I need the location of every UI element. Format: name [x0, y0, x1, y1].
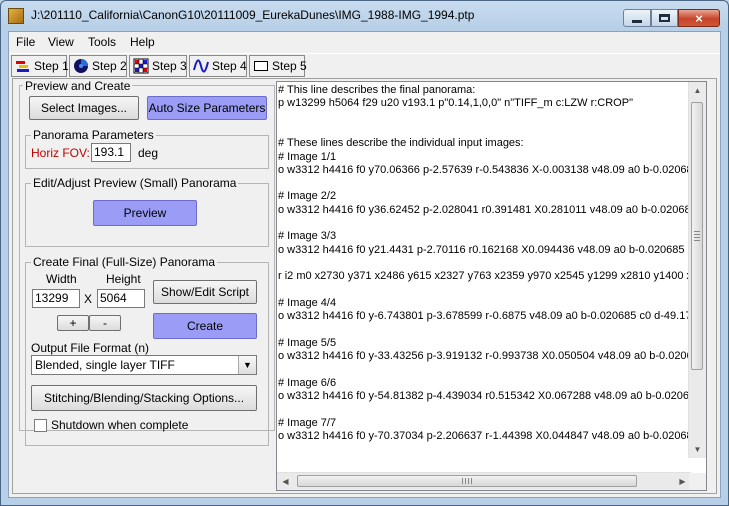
- show-edit-script-button[interactable]: Show/Edit Script: [153, 280, 257, 304]
- auto-size-button[interactable]: Auto Size Parameters: [147, 96, 267, 120]
- client-area: File View Tools Help Step 1 Step 2 Step …: [8, 31, 721, 498]
- script-line: # Image 1/1: [278, 150, 337, 163]
- preview-create-label: Preview and Create: [23, 79, 133, 93]
- output-format-label: Output File Format (n): [31, 341, 150, 355]
- close-button[interactable]: ×: [678, 9, 720, 27]
- step1-icon: [16, 61, 29, 72]
- step4-icon: [193, 59, 209, 73]
- script-line: o w3312 h4416 f0 y-70.37034 p-2.206637 r…: [278, 429, 691, 442]
- script-line: o w3312 h4416 f0 y36.62452 p-2.028041 r0…: [278, 203, 691, 216]
- script-line: # Image 4/4: [278, 296, 337, 309]
- script-line: # This line describes the final panorama…: [278, 84, 476, 96]
- step5-label: Step 5: [272, 59, 307, 73]
- maximize-button[interactable]: [651, 9, 678, 27]
- script-line: o w3312 h4416 f0 y-6.743801 p-3.678599 r…: [278, 310, 691, 323]
- create-final-label: Create Final (Full-Size) Panorama: [31, 255, 218, 269]
- script-line: # Image 5/5: [278, 336, 337, 349]
- menu-help[interactable]: Help: [130, 35, 155, 49]
- script-line: p w13299 h5064 f29 u20 v193.1 p"0.14,1,0…: [278, 97, 633, 110]
- menu-tools[interactable]: Tools: [88, 35, 116, 49]
- script-line: o w3312 h4416 f0 y-33.43256 p-3.919132 r…: [278, 350, 691, 362]
- vertical-scrollbar[interactable]: ▲ ▼: [688, 82, 706, 458]
- horizontal-scroll-thumb[interactable]: [297, 475, 637, 487]
- step-toolbar: Step 1 Step 2 Step 3 Step 4 Step 5: [9, 53, 720, 78]
- menu-view[interactable]: View: [48, 35, 74, 49]
- scroll-down-icon[interactable]: ▼: [689, 441, 706, 458]
- close-icon: ×: [695, 10, 703, 26]
- output-format-select[interactable]: Blended, single layer TIFF ▼: [31, 355, 257, 375]
- script-line: # These lines describe the individual in…: [278, 137, 524, 150]
- panorama-parameters-label: Panorama Parameters: [31, 128, 156, 142]
- minimize-icon: [632, 19, 642, 23]
- stitching-options-button[interactable]: Stitching/Blending/Stacking Options...: [31, 385, 257, 411]
- script-line: # Image 2/2: [278, 190, 337, 203]
- height-input[interactable]: 5064: [97, 289, 145, 308]
- step2-label: Step 2: [92, 59, 127, 73]
- step5-button[interactable]: Step 5: [249, 55, 307, 77]
- step3-label: Step 3: [152, 59, 187, 73]
- hfov-label: Horiz FOV:: [31, 146, 90, 160]
- application-window: J:\201110_California\CanonG10\20111009_E…: [0, 0, 729, 506]
- scroll-left-icon[interactable]: ◀: [277, 473, 294, 490]
- step5-panel: Preview and Create Select Images... Auto…: [12, 78, 717, 494]
- minimize-button[interactable]: [623, 9, 651, 27]
- script-line: r i2 m0 x2730 y371 x2486 y615 x2327 y763…: [278, 270, 691, 283]
- chevron-down-icon[interactable]: ▼: [238, 356, 256, 374]
- step4-label: Step 4: [212, 59, 247, 73]
- create-button[interactable]: Create: [153, 313, 257, 339]
- menu-bar: File View Tools Help: [9, 32, 720, 52]
- window-title: J:\201110_California\CanonG10\20111009_E…: [31, 8, 475, 22]
- width-label: Width: [46, 272, 77, 286]
- script-line: o w3312 h4416 f0 y21.4431 p-2.70116 r0.1…: [278, 243, 691, 256]
- title-bar[interactable]: J:\201110_California\CanonG10\20111009_E…: [1, 1, 728, 31]
- step3-icon: [133, 58, 149, 74]
- height-label: Height: [106, 272, 141, 286]
- maximize-icon: [659, 14, 670, 22]
- hfov-unit: deg: [138, 146, 159, 160]
- script-textarea[interactable]: # This line describes the final panorama…: [276, 81, 707, 491]
- plus-button[interactable]: +: [57, 315, 89, 331]
- script-text[interactable]: # This line describes the final panorama…: [277, 82, 691, 458]
- preview-button[interactable]: Preview: [93, 200, 197, 226]
- script-line: # Image 7/7: [278, 416, 337, 429]
- script-line: # Image 3/3: [278, 230, 337, 243]
- vertical-scroll-thumb[interactable]: [691, 102, 703, 370]
- minus-button[interactable]: -: [89, 315, 121, 331]
- app-icon: [8, 8, 24, 24]
- edit-preview-label: Edit/Adjust Preview (Small) Panorama: [31, 176, 239, 190]
- select-images-button[interactable]: Select Images...: [29, 96, 139, 120]
- script-line: o w3312 h4416 f0 y70.06366 p-2.57639 r-0…: [278, 163, 691, 176]
- step5-icon: [254, 61, 268, 71]
- step3-button[interactable]: Step 3: [129, 55, 187, 77]
- menu-file[interactable]: File: [16, 35, 35, 49]
- hfov-input[interactable]: 193.1: [91, 143, 131, 162]
- step4-button[interactable]: Step 4: [189, 55, 247, 77]
- horizontal-scrollbar[interactable]: ◀ ▶: [277, 472, 691, 490]
- step2-button[interactable]: Step 2: [69, 55, 127, 77]
- step1-label: Step 1: [34, 59, 69, 73]
- script-line: o w3312 h4416 f0 y-54.81382 p-4.439034 r…: [278, 389, 691, 402]
- step1-button[interactable]: Step 1: [11, 55, 69, 77]
- width-input[interactable]: 13299: [32, 289, 80, 308]
- step2-icon: [74, 59, 88, 73]
- scroll-up-icon[interactable]: ▲: [689, 82, 706, 99]
- shutdown-label: Shutdown when complete: [51, 418, 189, 432]
- scrollbar-corner: [689, 473, 706, 490]
- shutdown-checkbox[interactable]: [34, 419, 47, 432]
- output-format-value: Blended, single layer TIFF: [35, 358, 175, 372]
- script-line: # Image 6/6: [278, 376, 337, 389]
- times-label: X: [84, 292, 93, 306]
